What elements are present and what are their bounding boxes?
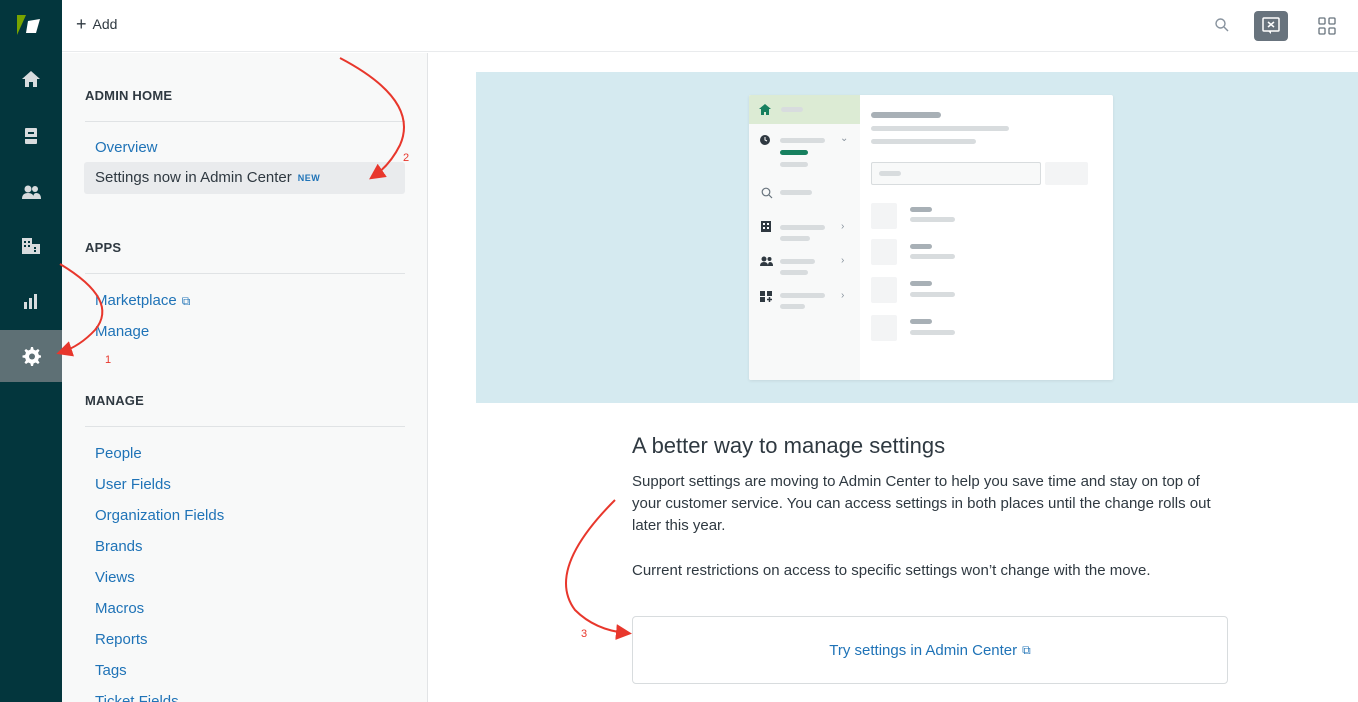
hero-illustration: ⌄ › › › <box>476 72 1358 403</box>
plus-icon: + <box>76 14 87 34</box>
divider <box>85 121 405 122</box>
apps-plus-icon <box>760 291 772 302</box>
section-title-admin-home: ADMIN HOME <box>85 88 173 103</box>
page-heading: A better way to manage settings <box>632 433 946 458</box>
section-title-manage: MANAGE <box>85 393 144 408</box>
annotation-label-3: 3 <box>581 628 588 640</box>
annotation-label-1: 1 <box>105 354 112 366</box>
section-title-apps: APPS <box>85 240 122 255</box>
sidebar-item-ticket-fields[interactable]: Ticket Fields <box>95 693 179 702</box>
sidebar-item-reports[interactable]: Reports <box>95 631 148 648</box>
admin-center-mockup: ⌄ › › › <box>749 95 1113 380</box>
home-icon <box>759 104 771 115</box>
divider <box>85 273 405 274</box>
divider <box>85 426 405 427</box>
sidebar-item-settings-admin-center[interactable]: Settings now in Admin Center NEW <box>84 162 405 194</box>
organizations-icon[interactable] <box>0 220 62 272</box>
building-icon <box>761 221 771 232</box>
sidebar-item-people[interactable]: People <box>95 445 142 462</box>
annotation-label-2: 2 <box>403 152 410 164</box>
product-nav-rail <box>0 0 62 702</box>
sidebar-item-tags[interactable]: Tags <box>95 662 127 679</box>
add-button[interactable]: + Add <box>76 14 118 34</box>
search-icon <box>761 187 773 199</box>
sidebar-item-manage-apps[interactable]: Manage <box>95 323 149 340</box>
customers-icon[interactable] <box>0 166 62 218</box>
external-link-icon: ⧉ <box>181 294 191 308</box>
sidebar-item-label: Settings now in Admin Center NEW <box>95 169 321 186</box>
apps-grid-icon[interactable] <box>1318 17 1336 35</box>
sidebar-item-brands[interactable]: Brands <box>95 538 143 555</box>
external-link-icon: ⧉ <box>1022 642 1031 657</box>
zendesk-logo-icon[interactable] <box>14 13 48 37</box>
admin-gear-icon[interactable] <box>0 330 62 382</box>
add-label: Add <box>92 16 118 32</box>
search-icon[interactable] <box>1214 17 1230 33</box>
admin-sidebar: ADMIN HOME Overview Settings now in Admi… <box>62 53 428 702</box>
try-admin-center-button[interactable]: Try settings in Admin Center ⧉ <box>632 616 1228 684</box>
clock-icon <box>760 135 770 145</box>
sidebar-item-organization-fields[interactable]: Organization Fields <box>95 507 224 524</box>
people-icon <box>760 256 773 266</box>
sidebar-item-macros[interactable]: Macros <box>95 600 144 617</box>
new-badge: NEW <box>297 173 321 184</box>
reporting-icon[interactable] <box>0 275 62 327</box>
cta-label: Try settings in Admin Center <box>829 641 1018 659</box>
product-tray-icon[interactable] <box>1254 11 1288 41</box>
sidebar-item-overview[interactable]: Overview <box>95 139 158 156</box>
restrictions-paragraph: Current restrictions on access to specif… <box>632 562 1151 579</box>
annotation-arrow-3 <box>565 499 632 640</box>
top-bar: + Add <box>62 0 1358 52</box>
sidebar-item-user-fields[interactable]: User Fields <box>95 476 171 493</box>
intro-paragraph: Support settings are moving to Admin Cen… <box>632 473 1211 534</box>
sidebar-item-marketplace[interactable]: Marketplace ⧉ <box>95 292 190 309</box>
home-icon[interactable] <box>0 53 62 105</box>
views-icon[interactable] <box>0 110 62 162</box>
sidebar-item-views[interactable]: Views <box>95 569 135 586</box>
